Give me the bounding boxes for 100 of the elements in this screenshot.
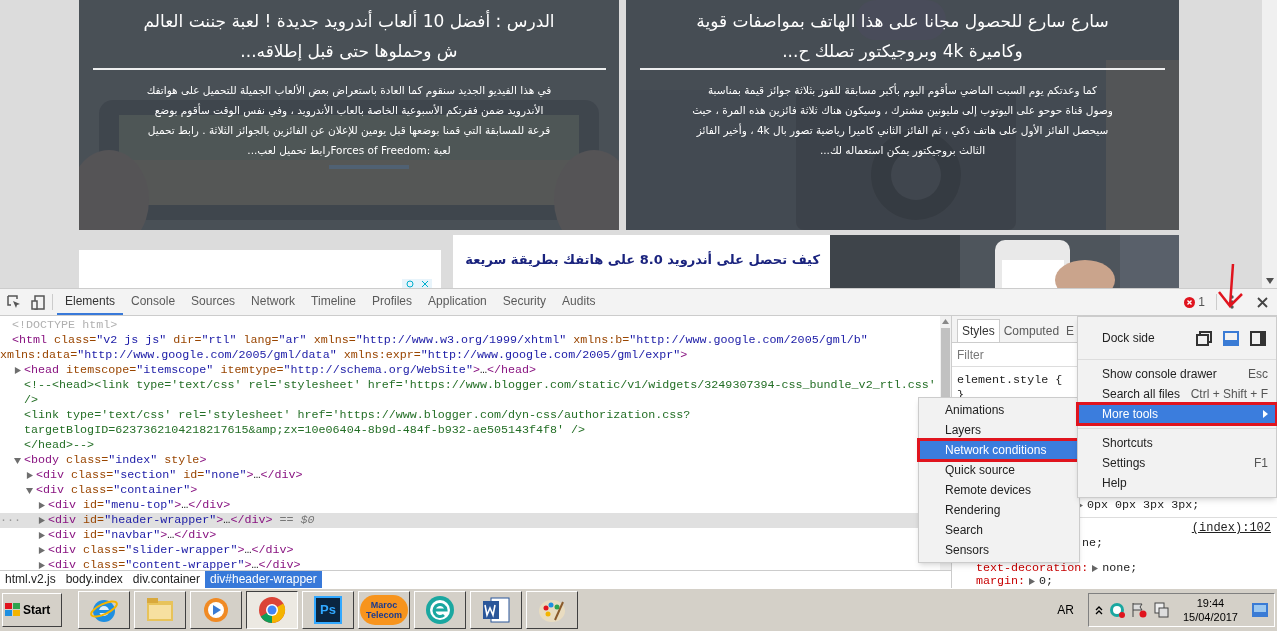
devtools-tab[interactable]: Timeline [303, 289, 364, 315]
breadcrumb[interactable]: body.index [60, 571, 128, 588]
devtools-tab[interactable]: Audits [554, 289, 604, 315]
flag-error-icon[interactable] [1130, 602, 1147, 618]
eset-tray-icon[interactable] [1108, 602, 1125, 618]
page-scrollbar[interactable] [1262, 0, 1277, 288]
expand-triangle-icon[interactable] [1092, 565, 1099, 572]
eset-e-icon [425, 595, 455, 625]
collapsed-triangle-icon[interactable] [38, 517, 45, 524]
source-link[interactable]: (index):102 [1191, 521, 1271, 535]
collapsed-triangle-icon[interactable] [26, 472, 33, 479]
menu-item[interactable]: Layers [919, 420, 1079, 440]
collapsed-triangle-icon[interactable] [38, 562, 45, 569]
menu-item[interactable]: Show console drawer Esc [1078, 364, 1276, 384]
play-icon [202, 596, 230, 624]
scrollbar-thumb[interactable] [941, 328, 950, 398]
language-indicator[interactable]: AR [1057, 601, 1074, 619]
code-line: <link type='text/css' rel='stylesheet' href='https://www.blogger.com/dyn-css/authorization.css? [24, 408, 691, 422]
expanded-triangle-icon[interactable] [14, 457, 21, 464]
chrome-browser-icon [257, 595, 287, 625]
code-line: xmlns:data="http://www.google.com/2005/gml/data" xmlns:expr="http://www.google.com/2005/gml/expr"> [0, 348, 688, 362]
chevron-up-icon[interactable] [1094, 605, 1103, 615]
post-title[interactable]: سارع سارع للحصول مجانا على هذا الهاتف بمواصفات قوية وكاميرة 4k وبروجيكتور تصلك ح... [696, 6, 1109, 66]
collapsed-triangle-icon[interactable] [14, 367, 21, 374]
post-excerpt: في هذا الفيديو الجديد سنقوم كما العادة باستعراض بعض الألعاب الجميلة للتحميل على هواتفك الأندرويد ضمن فقرتكم الأسبوعية الخاصة بالعاب الأندرويد ، وفي نفس الوقت سأقوم بوضع قرعة للمسابقة التي قمنا بوضعها قبل يومين للإعلان عن الفائزين بالجوائز الثلاثة . رابط تحميل لعبة :Forces of Freedomرابط تحميل لعب... [146, 83, 552, 159]
post-title[interactable]: الدرس : أفضل 10 ألعاب أندرويد جديدة ! لعبة جننت العالم ش وحملوها حتى قبل إطلاقه... [143, 6, 555, 66]
menu-item[interactable]: Search all files Ctrl + Shift + F [1078, 384, 1276, 404]
code-line: <div class="section" id="none">…</div> [36, 468, 303, 482]
menu-item[interactable]: Settings F1 [1078, 453, 1276, 473]
devtools-tab[interactable]: Sources [183, 289, 244, 315]
breadcrumb[interactable]: html.v2.js [0, 571, 61, 588]
css-property: text-decoration: [976, 562, 1089, 575]
styles-tab[interactable]: Computed [999, 319, 1064, 342]
devtools-tab[interactable]: Console [123, 289, 184, 315]
photoshop-app-icon: Ps [314, 596, 342, 624]
dock-undock-icon[interactable] [1196, 330, 1212, 346]
clock-date[interactable]: 15/04/2017 [1182, 610, 1238, 624]
collapsed-triangle-icon[interactable] [38, 532, 45, 539]
code-line: <!DOCTYPE html> [12, 318, 118, 332]
css-value: ne; [1082, 536, 1104, 550]
expand-triangle-icon[interactable] [1029, 578, 1036, 585]
taskbar-app-button[interactable]: Ps [302, 591, 354, 629]
start-button[interactable]: Start [2, 593, 62, 627]
collapsed-triangle-icon[interactable] [38, 502, 45, 509]
menu-item[interactable]: Quick source [919, 460, 1079, 480]
dock-bottom-icon[interactable] [1223, 330, 1239, 346]
dock-right-icon[interactable] [1250, 330, 1266, 346]
css-value: 0; [1039, 575, 1054, 588]
document-w-icon [481, 596, 511, 624]
post-excerpt: كما وعدتكم يوم السبت الماضي سأقوم اليوم بأكبر مسابقة للفوز بثلاثة جوائز قيمة بمناسبة وصول قناة حوحو على اليوتوب إلى مليونين مشترك ، وسيكون هناك ثلاثة فائزين هذه المرة ، حيث سيحصل الفائز الأول على هاتف ذكي ، ثم الفائز الثاني كاميرا رياضية تصور بال 4k ، وأخير الفائز الثالث بروجيكتور يمكن استعماله لك... [692, 82, 1113, 159]
code-line: <div class="content-wrapper">…</div> [48, 558, 301, 570]
breadcrumb[interactable]: div.container [127, 571, 205, 588]
scroll-up-icon[interactable] [942, 319, 949, 324]
menu-item[interactable]: Shortcuts [1078, 433, 1276, 453]
menu-item[interactable]: Network conditions [919, 440, 1079, 460]
code-line: <!--<head><link type='text/css' rel='stylesheet' href='https://www.blogger.com/static/v1/widgets/3249307394-css_bundle_v2_rtl.css' [24, 378, 936, 392]
submenu-arrow-icon [1263, 410, 1268, 418]
scroll-down-icon[interactable] [1265, 278, 1274, 284]
styles-tab[interactable]: Styles [957, 319, 1000, 342]
device-mode-icon[interactable] [31, 294, 45, 310]
styles-tab[interactable]: E [1063, 319, 1075, 342]
breadcrumb[interactable]: div#header-wrapper [205, 571, 322, 588]
taskbar-app-button[interactable] [246, 591, 298, 629]
close-icon[interactable] [1257, 296, 1268, 308]
code-line: targetBlogID=6237362104218217615&amp;zx=10e06404-8b9d-484f-b932-ae505143f4f8' /> [24, 423, 586, 437]
code-line: /> [24, 393, 39, 407]
more-options-icon[interactable] [1230, 295, 1234, 309]
devtools-tab[interactable]: Application [420, 289, 495, 315]
code-line: <body class="index" style> [24, 453, 207, 467]
error-count[interactable]: 1 [1198, 293, 1205, 311]
folder-icon [145, 596, 175, 624]
devtools-tab[interactable]: Elements [57, 289, 124, 315]
devtools-tab[interactable]: Profiles [364, 289, 421, 315]
clock-time[interactable]: 19:44 [1196, 596, 1225, 610]
devtools-tab[interactable]: Network [243, 289, 304, 315]
dock-side-label: Dock side [1102, 330, 1155, 347]
network-icon[interactable] [1152, 602, 1169, 618]
menu-item[interactable]: More tools [1078, 404, 1276, 424]
menu-item[interactable]: Help [1078, 473, 1276, 493]
inspect-element-icon[interactable] [7, 295, 21, 309]
code-line: <div class="slider-wrapper">…</div> [48, 543, 294, 557]
error-icon[interactable] [1184, 296, 1196, 308]
code-line: <html class="v2 js js" dir="rtl" lang="ar" xmlns="http://www.w3.org/1999/xhtml" xmlns:b="http://www.google.com/2005/gml/b" [12, 333, 868, 347]
code-line: </head>--> [24, 438, 95, 452]
css-value: 0px 0px 3px 3px; [1087, 498, 1200, 512]
code-line: <div id="header-wrapper">…</div> == $0 [48, 513, 315, 527]
css-value: none; [1102, 562, 1138, 575]
code-line: <div class="container"> [36, 483, 198, 497]
menu-item[interactable]: Remote devices [919, 480, 1079, 500]
windows-logo-icon [5, 603, 21, 617]
menu-item[interactable]: Sensors [919, 540, 1079, 560]
css-rule-selector: element.style { [957, 373, 1063, 388]
code-line: <div id="navbar">…</div> [48, 528, 217, 542]
code-line: <head itemscope="itemscope" itemtype="http://schema.org/WebSite">…</head> [24, 363, 537, 377]
expanded-triangle-icon[interactable] [26, 487, 33, 494]
menu-item[interactable]: Animations [919, 400, 1079, 420]
css-property: margin: [976, 575, 1026, 588]
code-line: <div id="menu-top">…</div> [48, 498, 231, 512]
collapsed-triangle-icon[interactable] [38, 547, 45, 554]
devtools-tab[interactable]: Security [494, 289, 555, 315]
